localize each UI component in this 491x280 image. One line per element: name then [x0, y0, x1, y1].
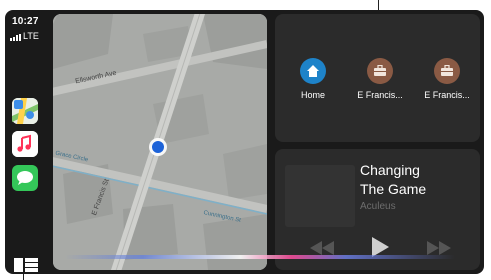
- status-sidebar: 10:27 LTE: [5, 10, 47, 274]
- play-icon: [372, 237, 389, 257]
- map-canvas: [53, 14, 267, 270]
- rewind-icon: [310, 241, 334, 255]
- siri-glow: [65, 255, 455, 259]
- network-label: LTE: [23, 31, 39, 41]
- network-indicator: LTE: [10, 31, 39, 41]
- dashboard-icon[interactable]: [14, 258, 38, 272]
- briefcase-icon: [367, 58, 393, 84]
- fast-forward-icon: [427, 241, 451, 255]
- messages-app-icon[interactable]: [12, 165, 38, 191]
- signal-bars-icon: [10, 34, 21, 41]
- home-icon: [300, 58, 326, 84]
- song-title: Changing The Game: [360, 162, 427, 197]
- destination-home[interactable]: Home: [283, 58, 343, 100]
- destination-label: E Francis...: [424, 90, 470, 100]
- destinations-card: Home E Francis... E Francis...: [275, 14, 480, 142]
- map-view[interactable]: Ellsworth Ave E Francis St Cunnington St…: [53, 14, 267, 270]
- album-art: [285, 165, 355, 227]
- destination-label: E Francis...: [357, 90, 403, 100]
- destination-work[interactable]: E Francis...: [350, 58, 410, 100]
- carplay-screen: 10:27 LTE Ellsworth Ave E Francis St Cun…: [5, 10, 484, 274]
- maps-app-icon[interactable]: [12, 98, 38, 124]
- now-playing-card[interactable]: Changing The Game Aculeus: [275, 149, 480, 270]
- artist-name: Aculeus: [360, 201, 396, 212]
- clock: 10:27: [12, 16, 39, 27]
- destination-label: Home: [300, 90, 325, 100]
- music-app-icon[interactable]: [12, 131, 38, 157]
- briefcase-icon: [434, 58, 460, 84]
- destination-work-2[interactable]: E Francis...: [417, 58, 477, 100]
